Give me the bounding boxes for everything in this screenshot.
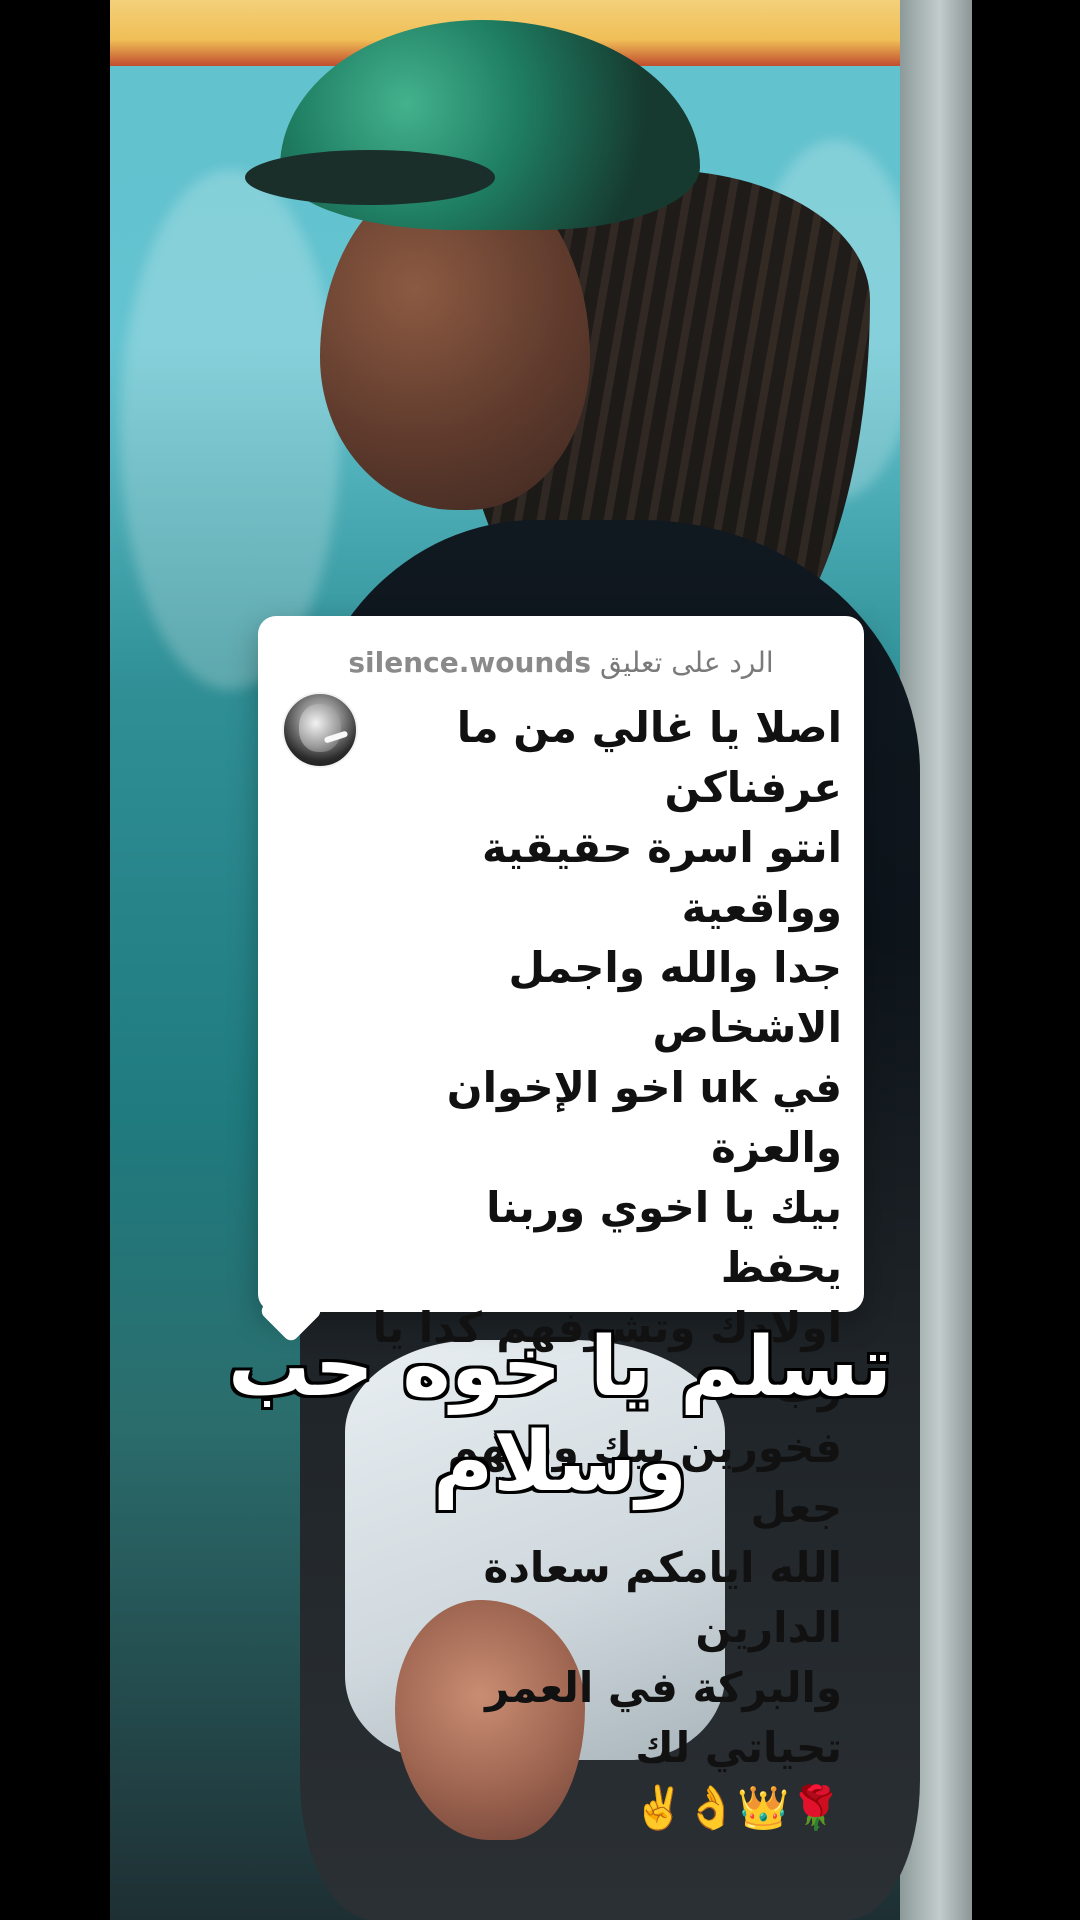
reply-meta: الرد على تعليق silence.wounds [258,646,864,679]
reply-comment-card: الرد على تعليق silence.wounds اصلا يا غا… [258,616,864,1832]
reply-username[interactable]: silence.wounds [348,646,591,679]
video-caption: تسلم يا خوه حب وسلام [227,1320,893,1510]
reply-prefix-label: الرد على تعليق [599,646,774,679]
user-avatar[interactable] [282,692,358,768]
comment-text: اصلا يا غالي من ما عرفناكن انتو اسرة حقي… [372,703,842,1832]
video-frame[interactable]: الرد على تعليق silence.wounds اصلا يا غا… [0,0,1080,1920]
avatar-face [299,704,341,752]
background-cloud [120,170,340,690]
person-cap-brim [245,150,495,205]
